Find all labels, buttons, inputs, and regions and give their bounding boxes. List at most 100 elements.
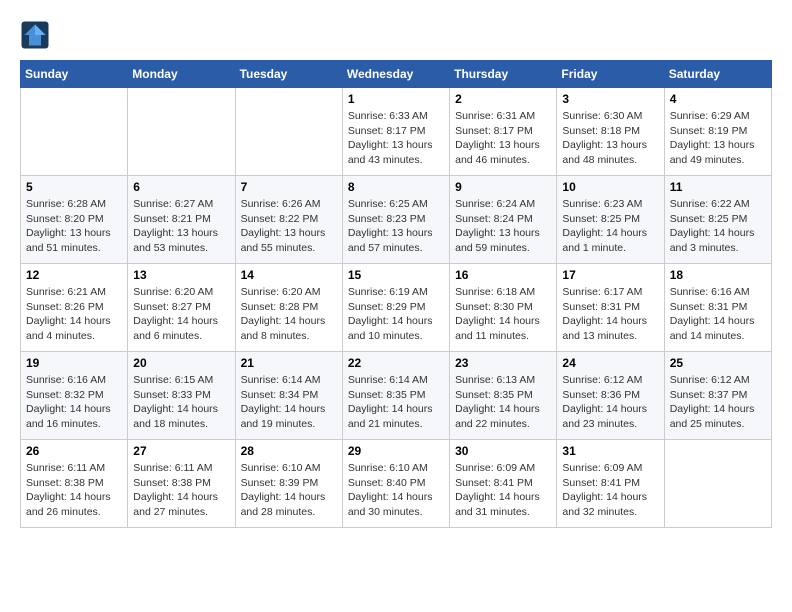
day-info: Sunrise: 6:13 AMSunset: 8:35 PMDaylight:… (455, 373, 551, 432)
day-info: Sunrise: 6:21 AMSunset: 8:26 PMDaylight:… (26, 285, 122, 344)
calendar-week-2: 5 Sunrise: 6:28 AMSunset: 8:20 PMDaylight… (21, 176, 772, 264)
day-number: 26 (26, 444, 122, 458)
day-info: Sunrise: 6:11 AMSunset: 8:38 PMDaylight:… (133, 461, 229, 520)
calendar-cell: 9 Sunrise: 6:24 AMSunset: 8:24 PMDaylight… (450, 176, 557, 264)
calendar-cell (21, 88, 128, 176)
calendar-cell: 14Sunrise: 6:20 AMSunset: 8:28 PMDayligh… (235, 264, 342, 352)
day-info: Sunrise: 6:20 AMSunset: 8:27 PMDaylight:… (133, 285, 229, 344)
calendar-cell: 24 Sunrise: 6:12 AMSunset: 8:36 PMDayligh… (557, 352, 664, 440)
calendar-cell: 10 Sunrise: 6:23 AMSunset: 8:25 PMDayligh… (557, 176, 664, 264)
weekday-header-tuesday: Tuesday (235, 61, 342, 88)
day-number: 19 (26, 356, 122, 370)
weekday-header-friday: Friday (557, 61, 664, 88)
day-number: 24 (562, 356, 658, 370)
calendar-header: SundayMondayTuesdayWednesdayThursdayFrid… (21, 61, 772, 88)
calendar-cell: 1Sunrise: 6:33 AMSunset: 8:17 PMDaylight… (342, 88, 449, 176)
day-number: 5 (26, 180, 122, 194)
calendar-cell: 22 Sunrise: 6:14 AMSunset: 8:35 PMDayligh… (342, 352, 449, 440)
day-number: 11 (670, 180, 766, 194)
day-number: 3 (562, 92, 658, 106)
calendar-cell: 5 Sunrise: 6:28 AMSunset: 8:20 PMDaylight… (21, 176, 128, 264)
calendar-cell: 15 Sunrise: 6:19 AMSunset: 8:29 PMDayligh… (342, 264, 449, 352)
page-header (20, 20, 772, 50)
day-number: 29 (348, 444, 444, 458)
day-info: Sunrise: 6:09 AMSunset: 8:41 PMDaylight:… (455, 461, 551, 520)
day-number: 10 (562, 180, 658, 194)
weekday-header-thursday: Thursday (450, 61, 557, 88)
day-number: 28 (241, 444, 337, 458)
calendar-cell: 29 Sunrise: 6:10 AMSunset: 8:40 PMDayligh… (342, 440, 449, 528)
calendar-week-1: 1Sunrise: 6:33 AMSunset: 8:17 PMDaylight… (21, 88, 772, 176)
day-number: 27 (133, 444, 229, 458)
day-info: Sunrise: 6:28 AMSunset: 8:20 PMDaylight:… (26, 197, 122, 256)
calendar-cell: 23 Sunrise: 6:13 AMSunset: 8:35 PMDayligh… (450, 352, 557, 440)
day-info: Sunrise: 6:14 AMSunset: 8:34 PMDaylight:… (241, 373, 337, 432)
calendar-cell: 7 Sunrise: 6:26 AMSunset: 8:22 PMDaylight… (235, 176, 342, 264)
day-number: 12 (26, 268, 122, 282)
day-info: Sunrise: 6:24 AMSunset: 8:24 PMDaylight:… (455, 197, 551, 256)
logo-icon (20, 20, 50, 50)
day-info: Sunrise: 6:30 AMSunset: 8:18 PMDaylight:… (562, 109, 658, 168)
day-number: 17 (562, 268, 658, 282)
day-number: 20 (133, 356, 229, 370)
day-info: Sunrise: 6:29 AMSunset: 8:19 PMDaylight:… (670, 109, 766, 168)
day-number: 22 (348, 356, 444, 370)
day-number: 30 (455, 444, 551, 458)
day-number: 7 (241, 180, 337, 194)
day-number: 23 (455, 356, 551, 370)
day-number: 13 (133, 268, 229, 282)
calendar-week-5: 26 Sunrise: 6:11 AMSunset: 8:38 PMDayligh… (21, 440, 772, 528)
logo (20, 20, 54, 50)
day-info: Sunrise: 6:11 AMSunset: 8:38 PMDaylight:… (26, 461, 122, 520)
day-info: Sunrise: 6:18 AMSunset: 8:30 PMDaylight:… (455, 285, 551, 344)
calendar-cell: 11Sunrise: 6:22 AMSunset: 8:25 PMDayligh… (664, 176, 771, 264)
calendar-cell: 18Sunrise: 6:16 AMSunset: 8:31 PMDayligh… (664, 264, 771, 352)
day-info: Sunrise: 6:12 AMSunset: 8:36 PMDaylight:… (562, 373, 658, 432)
day-info: Sunrise: 6:12 AMSunset: 8:37 PMDaylight:… (670, 373, 766, 432)
day-info: Sunrise: 6:10 AMSunset: 8:40 PMDaylight:… (348, 461, 444, 520)
day-info: Sunrise: 6:31 AMSunset: 8:17 PMDaylight:… (455, 109, 551, 168)
day-info: Sunrise: 6:09 AMSunset: 8:41 PMDaylight:… (562, 461, 658, 520)
day-info: Sunrise: 6:16 AMSunset: 8:31 PMDaylight:… (670, 285, 766, 344)
day-info: Sunrise: 6:33 AMSunset: 8:17 PMDaylight:… (348, 109, 444, 168)
calendar-cell: 17 Sunrise: 6:17 AMSunset: 8:31 PMDayligh… (557, 264, 664, 352)
day-number: 25 (670, 356, 766, 370)
day-number: 31 (562, 444, 658, 458)
weekday-header-monday: Monday (128, 61, 235, 88)
calendar-cell: 19 Sunrise: 6:16 AMSunset: 8:32 PMDayligh… (21, 352, 128, 440)
weekday-header-sunday: Sunday (21, 61, 128, 88)
day-info: Sunrise: 6:19 AMSunset: 8:29 PMDaylight:… (348, 285, 444, 344)
calendar-cell (235, 88, 342, 176)
day-number: 21 (241, 356, 337, 370)
day-info: Sunrise: 6:25 AMSunset: 8:23 PMDaylight:… (348, 197, 444, 256)
calendar-cell: 27 Sunrise: 6:11 AMSunset: 8:38 PMDayligh… (128, 440, 235, 528)
day-info: Sunrise: 6:26 AMSunset: 8:22 PMDaylight:… (241, 197, 337, 256)
calendar-cell (664, 440, 771, 528)
calendar-cell: 30 Sunrise: 6:09 AMSunset: 8:41 PMDayligh… (450, 440, 557, 528)
calendar-cell: 25 Sunrise: 6:12 AMSunset: 8:37 PMDayligh… (664, 352, 771, 440)
day-info: Sunrise: 6:15 AMSunset: 8:33 PMDaylight:… (133, 373, 229, 432)
calendar-body: 1Sunrise: 6:33 AMSunset: 8:17 PMDaylight… (21, 88, 772, 528)
calendar-cell: 6Sunrise: 6:27 AMSunset: 8:21 PMDaylight… (128, 176, 235, 264)
calendar-table: SundayMondayTuesdayWednesdayThursdayFrid… (20, 60, 772, 528)
weekday-header-wednesday: Wednesday (342, 61, 449, 88)
calendar-week-4: 19 Sunrise: 6:16 AMSunset: 8:32 PMDayligh… (21, 352, 772, 440)
day-info: Sunrise: 6:14 AMSunset: 8:35 PMDaylight:… (348, 373, 444, 432)
calendar-cell: 2Sunrise: 6:31 AMSunset: 8:17 PMDaylight… (450, 88, 557, 176)
day-number: 16 (455, 268, 551, 282)
day-number: 6 (133, 180, 229, 194)
day-info: Sunrise: 6:16 AMSunset: 8:32 PMDaylight:… (26, 373, 122, 432)
day-info: Sunrise: 6:23 AMSunset: 8:25 PMDaylight:… (562, 197, 658, 256)
calendar-cell: 31 Sunrise: 6:09 AMSunset: 8:41 PMDayligh… (557, 440, 664, 528)
calendar-cell: 16 Sunrise: 6:18 AMSunset: 8:30 PMDayligh… (450, 264, 557, 352)
calendar-cell: 20 Sunrise: 6:15 AMSunset: 8:33 PMDayligh… (128, 352, 235, 440)
day-info: Sunrise: 6:17 AMSunset: 8:31 PMDaylight:… (562, 285, 658, 344)
weekday-header-row: SundayMondayTuesdayWednesdayThursdayFrid… (21, 61, 772, 88)
calendar-cell: 28Sunrise: 6:10 AMSunset: 8:39 PMDayligh… (235, 440, 342, 528)
calendar-cell (128, 88, 235, 176)
calendar-cell: 13 Sunrise: 6:20 AMSunset: 8:27 PMDayligh… (128, 264, 235, 352)
day-number: 15 (348, 268, 444, 282)
day-number: 9 (455, 180, 551, 194)
day-number: 4 (670, 92, 766, 106)
weekday-header-saturday: Saturday (664, 61, 771, 88)
